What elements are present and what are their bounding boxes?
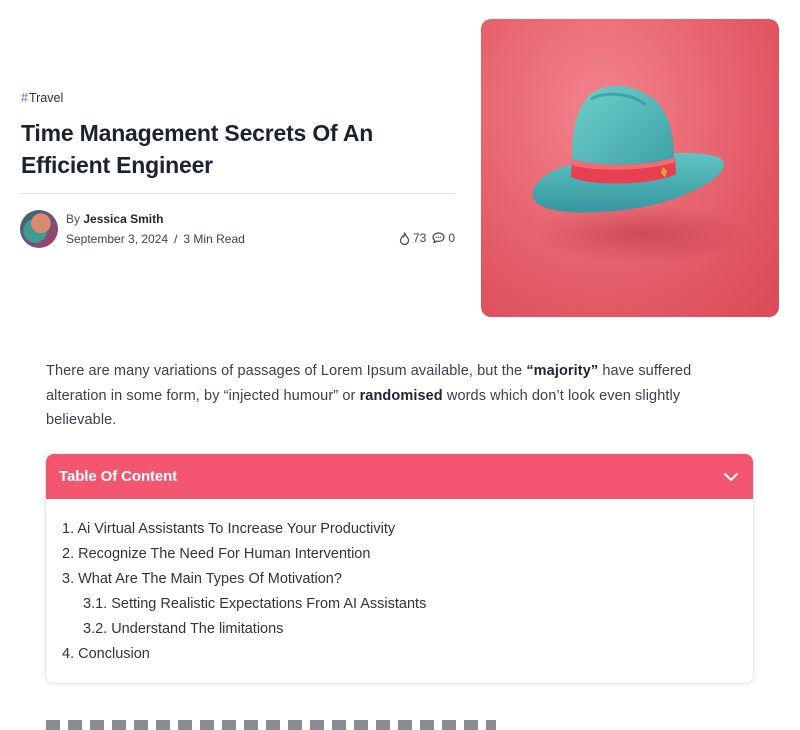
byline: By Jessica Smith (66, 212, 163, 226)
meta-separator: / (174, 232, 178, 246)
comments-stat[interactable]: 0 (432, 231, 455, 245)
toc-item[interactable]: 4. Conclusion (62, 642, 753, 667)
intro-paragraph: There are many variations of passages of… (46, 359, 746, 433)
post-title: Time Management Secrets Of An Efficient … (21, 120, 374, 178)
toc-item[interactable]: 1. Ai Virtual Assistants To Increase You… (62, 517, 753, 542)
post-date: September 3, 2024 (66, 232, 169, 246)
views-icon (399, 231, 410, 245)
read-time: 3 Min Read (183, 232, 245, 246)
table-of-content: Table Of Content 1. Ai Virtual Assistant… (46, 454, 753, 683)
fedora-hat-illustration (531, 85, 751, 264)
toc-title: Table Of Content (59, 468, 178, 485)
post-meta: September 3, 2024 / 3 Min Read (66, 232, 245, 246)
tag-label: Travel (28, 91, 64, 105)
chevron-down-icon[interactable] (723, 472, 739, 482)
toc-subitem[interactable]: 3.2. Understand The limitations (62, 617, 753, 642)
author-avatar[interactable] (20, 210, 58, 248)
hero-image[interactable] (481, 19, 779, 317)
intro-bold-majority: “majority” (526, 363, 599, 379)
views-count: 73 (412, 231, 427, 245)
category-tag[interactable]: #Travel (21, 91, 63, 105)
toc-list: 1. Ai Virtual Assistants To Increase You… (46, 499, 753, 667)
toc-item[interactable]: 2. Recognize The Need For Human Interven… (62, 542, 753, 567)
tag-hash: # (21, 91, 28, 105)
author-name[interactable]: Jessica Smith (83, 212, 163, 226)
toc-subitem[interactable]: 3.1. Setting Realistic Expectations From… (62, 592, 753, 617)
next-heading-cutoff (46, 720, 496, 730)
toc-item[interactable]: 3. What Are The Main Types Of Motivation… (62, 567, 753, 592)
post-stats: 73 0 (399, 231, 455, 245)
comment-icon (432, 232, 445, 244)
title-divider (21, 193, 455, 194)
comments-count: 0 (448, 231, 455, 245)
intro-text-1: There are many variations of passages of… (46, 363, 527, 379)
toc-header[interactable]: Table Of Content (46, 454, 753, 499)
views-stat: 73 (399, 231, 426, 245)
intro-bold-randomised: randomised (359, 387, 443, 404)
by-prefix: By (66, 212, 81, 226)
